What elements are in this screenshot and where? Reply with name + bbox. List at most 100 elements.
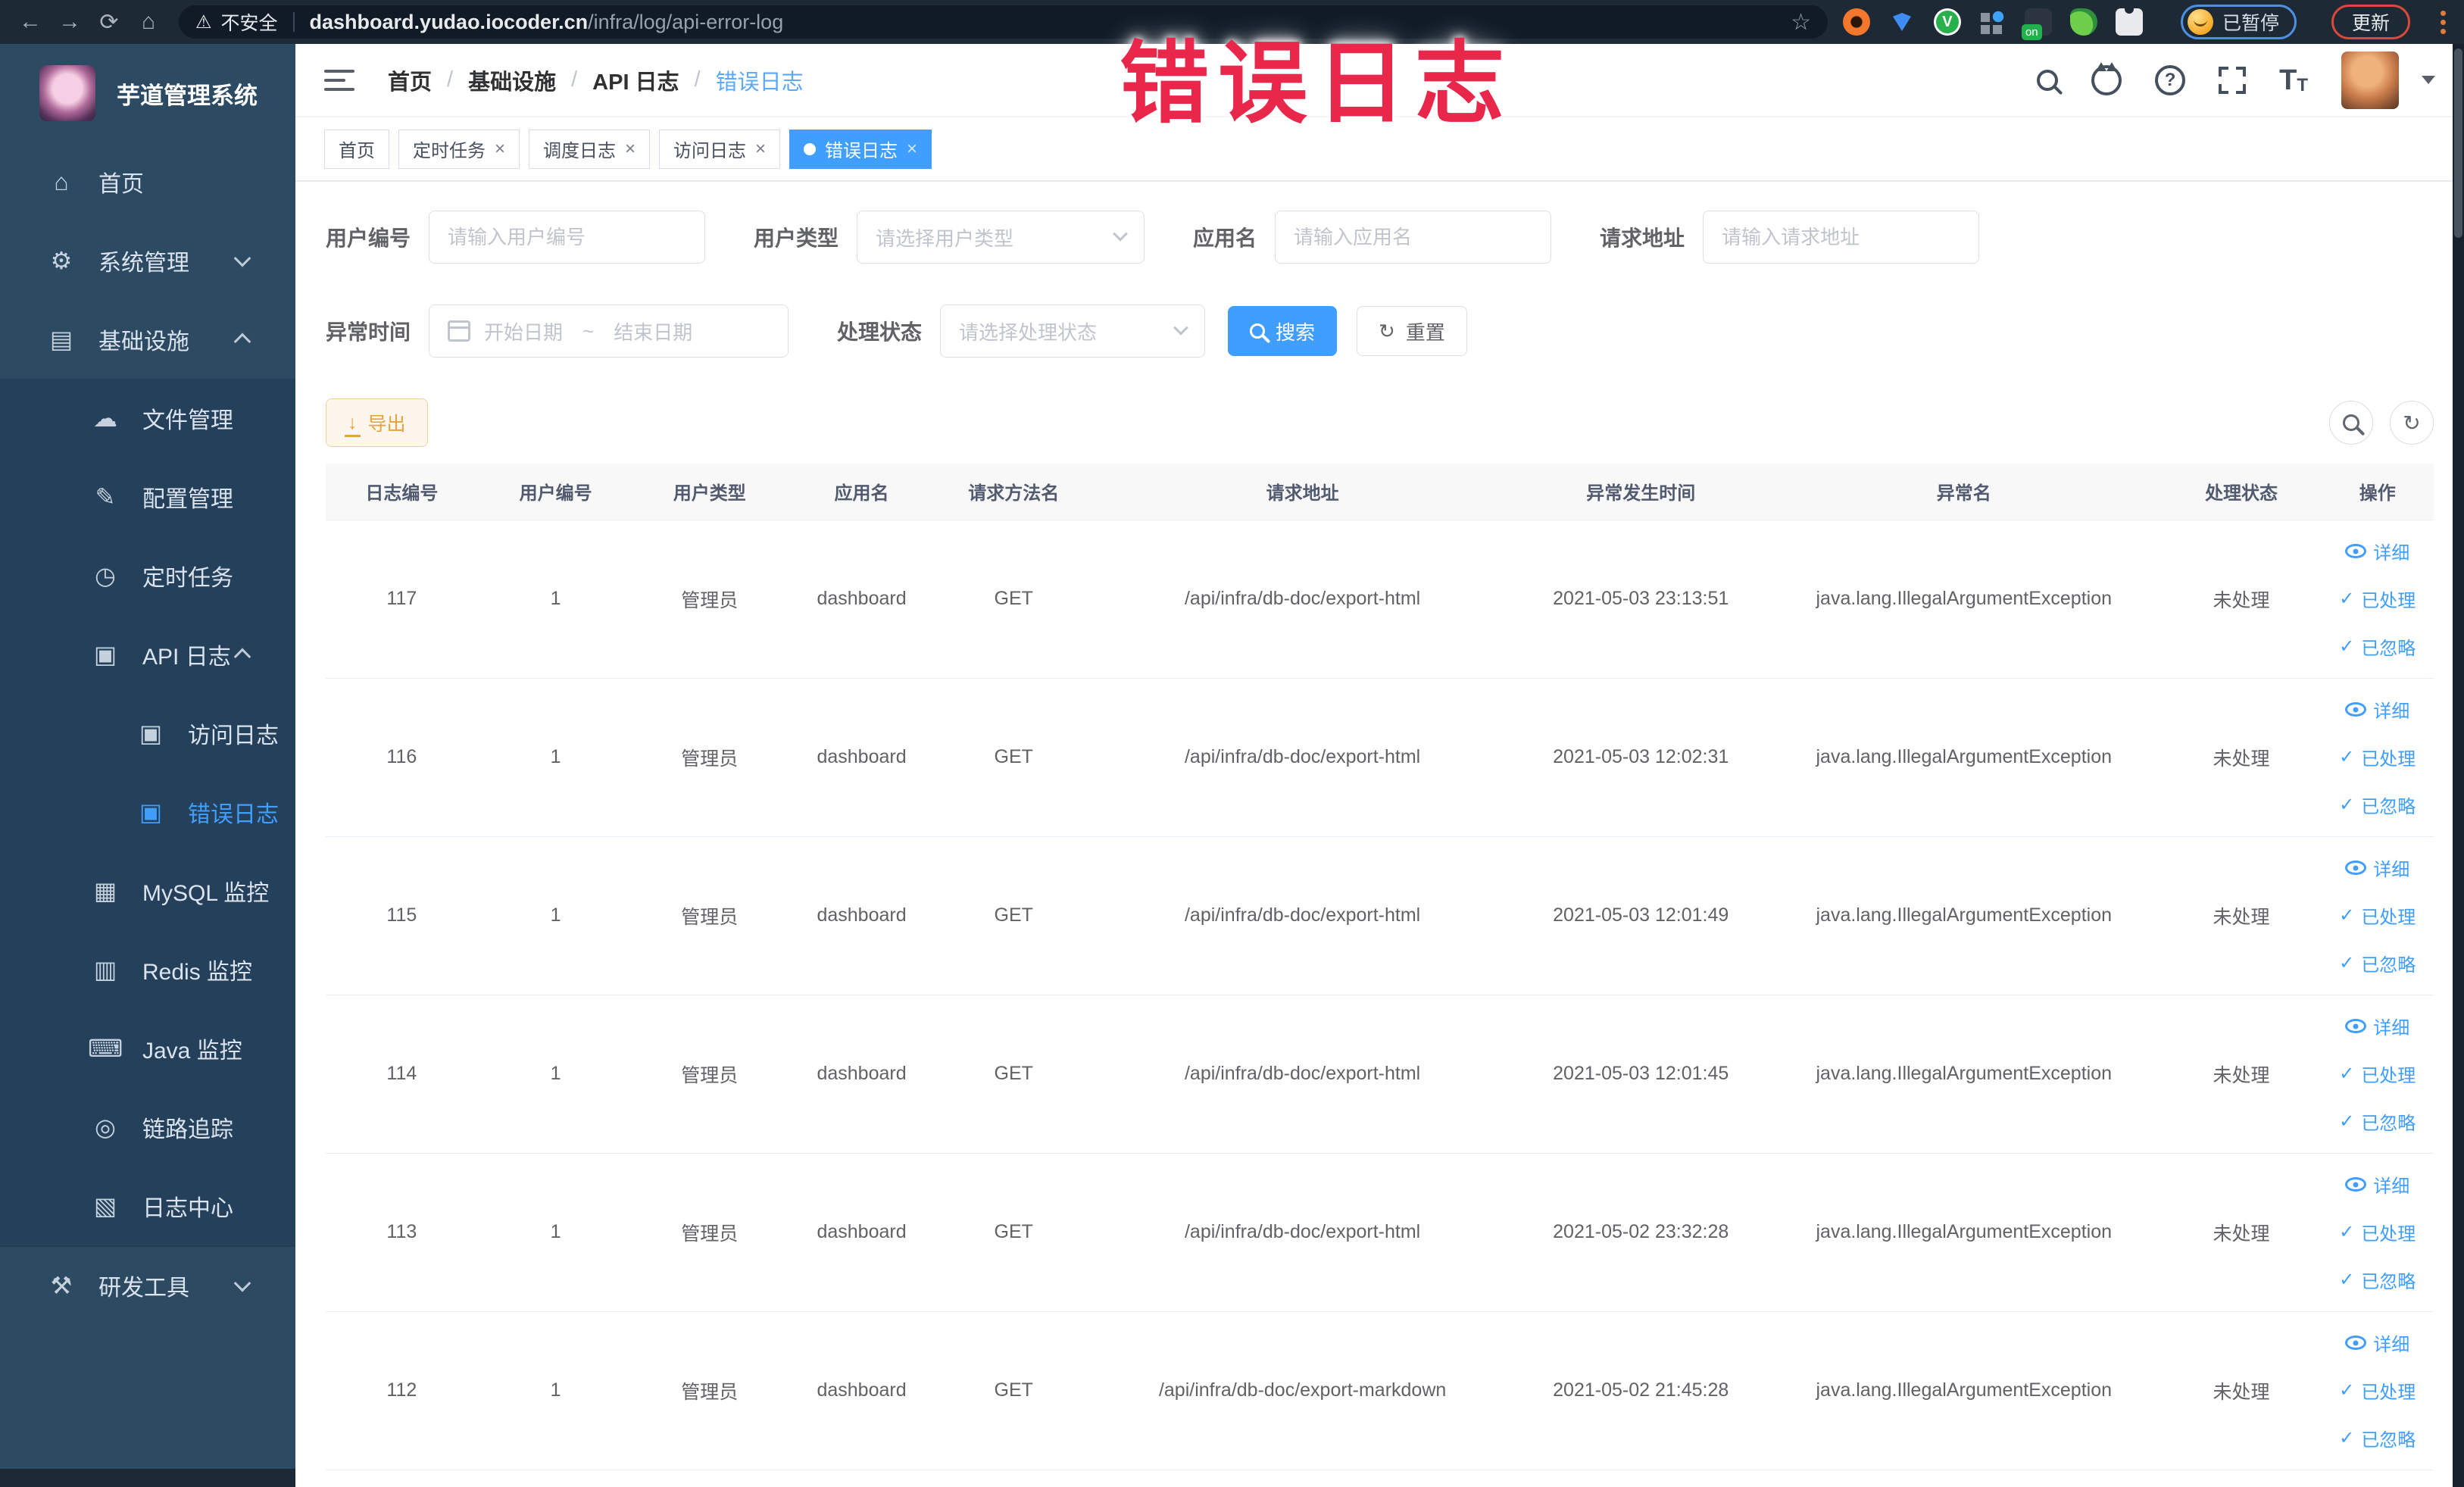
user-id-field[interactable] [448,225,687,249]
action-detail[interactable]: 详细 [2345,1013,2409,1039]
action-detail[interactable]: 详细 [2345,1329,2409,1356]
bookmark-star-icon[interactable]: ☆ [1791,9,1811,36]
sidebar-item-file-management[interactable]: ☁ 文件管理 [0,379,295,458]
action-processed[interactable]: ✓ 已处理 [2339,1377,2416,1404]
toggle-search-button[interactable] [2329,401,2373,445]
action-processed[interactable]: ✓ 已处理 [2339,1061,2416,1087]
sidebar-item-dev-tools[interactable]: ⚒ 研发工具 [0,1245,295,1324]
address-bar[interactable]: ⚠ 不安全 dashboard.yudao.iocoder.cn /infra/… [179,5,1828,39]
proxy-icon[interactable] [1888,8,1916,36]
tab-调度日志[interactable]: 调度日志 × [529,129,651,169]
leaf-icon[interactable] [2069,8,2097,36]
update-button[interactable]: 更新 [2331,5,2410,39]
column-header: 用户类型 [633,464,786,520]
action-detail[interactable]: 详细 [2345,854,2409,881]
tab-grid-icon[interactable] [1978,8,2006,36]
close-icon[interactable]: × [495,139,505,158]
fullscreen-icon[interactable] [2219,66,2247,94]
sidebar-item-system-management[interactable]: ⚙ 系统管理 [0,221,295,300]
action-label: 已忽略 [2361,955,2416,976]
request-url-field[interactable] [1722,225,1961,249]
table-cell: 管理员 [633,520,786,679]
close-icon[interactable]: × [625,139,636,158]
app-name-input[interactable] [1275,211,1552,264]
search-icon[interactable] [2037,69,2059,91]
sidebar-item-api-log[interactable]: ▣ API 日志 [0,615,295,694]
active-dot-icon [804,142,817,155]
tab-定时任务[interactable]: 定时任务 × [398,129,520,169]
action-ignored[interactable]: ✓ 已忽略 [2339,950,2416,976]
tab-错误日志[interactable]: 错误日志 × [789,129,932,169]
column-header: 异常名 [1766,464,2162,520]
action-ignored[interactable]: ✓ 已忽略 [2339,633,2416,660]
switch-on-icon[interactable] [2021,8,2052,40]
extensions-puzzle-icon[interactable] [2115,5,2143,36]
action-processed[interactable]: ✓ 已处理 [2339,586,2416,612]
page-scrollbar[interactable] [2453,44,2464,1487]
user-type-select[interactable]: 请选择用户类型 [857,211,1145,264]
user-id-input[interactable] [429,211,706,264]
export-button[interactable]: ↓ 导出 [326,398,428,447]
scrollbar-thumb[interactable] [2454,48,2462,238]
breadcrumb-item[interactable]: 基础设施 [468,64,556,96]
close-icon[interactable]: × [755,139,766,158]
action-ignored[interactable]: ✓ 已忽略 [2339,1267,2416,1293]
sidebar-item-infrastructure[interactable]: ▤ 基础设施 [0,300,295,379]
action-processed[interactable]: ✓ 已处理 [2339,744,2416,770]
process-status-select[interactable]: 请选择处理状态 [940,305,1206,358]
github-icon[interactable] [2091,61,2122,95]
help-icon[interactable]: ? [2155,64,2186,95]
breadcrumb-item[interactable]: 首页 [388,64,432,96]
security-warning-icon[interactable]: ⚠ [195,11,212,33]
search-button-label: 搜索 [1276,320,1316,344]
browser-menu-icon[interactable] [2441,10,2446,34]
action-label: 已处理 [2361,1382,2416,1403]
table-cell: 112 [326,1311,478,1470]
tab-首页[interactable]: 首页 [324,129,389,169]
font-size-icon[interactable]: TT [2279,66,2308,95]
app-name-field[interactable] [1294,225,1533,249]
adblock-icon[interactable] [1842,8,1870,36]
table-cell: dashboard [785,1153,938,1312]
request-url-input[interactable] [1703,211,1980,264]
breadcrumb-item[interactable]: API 日志 [592,64,679,96]
sidebar-item-mysql-monitor[interactable]: ▦ MySQL 监控 [0,851,295,930]
security-label[interactable]: 不安全 [221,8,278,36]
close-icon[interactable]: × [907,139,917,158]
action-ignored[interactable]: ✓ 已忽略 [2339,1425,2416,1451]
sidebar-item-home[interactable]: ⌂ 首页 [0,142,295,221]
sidebar-item-tracing[interactable]: ◎ 链路追踪 [0,1088,295,1167]
password-manager-icon[interactable] [1933,8,1961,36]
sidebar-item-access-log[interactable]: ▣ 访问日志 [0,694,295,773]
sidebar-item-scheduled-tasks[interactable]: ◷ 定时任务 [0,536,295,615]
action-detail[interactable]: 详细 [2345,696,2409,723]
sidebar-collapse-icon[interactable] [324,69,354,91]
sidebar-item-java-monitor[interactable]: ⌨ Java 监控 [0,1009,295,1088]
table-cell: dashboard [785,995,938,1154]
table-cell: 1 [477,520,634,679]
caret-down-icon[interactable] [2422,76,2435,84]
action-ignored[interactable]: ✓ 已忽略 [2339,1108,2416,1135]
back-icon[interactable]: ← [11,5,50,39]
sidebar-item-config-management[interactable]: ✎ 配置管理 [0,458,295,536]
action-processed[interactable]: ✓ 已处理 [2339,902,2416,929]
paused-pill[interactable]: 已暂停 [2180,5,2297,39]
forward-icon[interactable]: → [50,5,89,39]
action-ignored[interactable]: ✓ 已忽略 [2339,792,2416,818]
date-range-picker[interactable]: 开始日期 ~ 结束日期 [429,305,789,358]
reset-button[interactable]: ↻ 重置 [1357,306,1467,356]
home-icon[interactable]: ⌂ [129,5,168,39]
search-button[interactable]: 搜索 [1228,306,1338,356]
tab-访问日志[interactable]: 访问日志 × [659,129,781,169]
refresh-button[interactable]: ↻ [2390,401,2434,445]
reload-icon[interactable]: ⟳ [89,5,129,39]
action-detail[interactable]: 详细 [2345,538,2409,564]
sidebar-item-error-log[interactable]: ▣ 错误日志 [0,773,295,851]
avatar[interactable] [2341,51,2399,109]
chevron-icon [233,648,251,666]
sidebar-item-log-center[interactable]: ▧ 日志中心 [0,1167,295,1245]
action-detail[interactable]: 详细 [2345,1171,2409,1198]
sidebar-item-redis-monitor[interactable]: ▥ Redis 监控 [0,930,295,1009]
action-processed[interactable]: ✓ 已处理 [2339,1219,2416,1245]
sidebar-logo-row[interactable]: 芋道管理系统 [0,44,295,142]
